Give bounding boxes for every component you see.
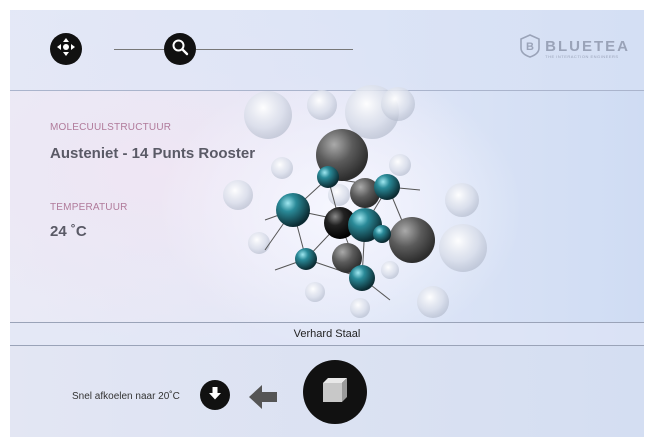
shield-logo-icon: B bbox=[519, 34, 541, 63]
magnifier-icon bbox=[170, 37, 190, 62]
atom-grey bbox=[389, 217, 435, 263]
brand-text: BLUETEA THE INTERACTION ENGINEERS bbox=[545, 39, 630, 59]
temperature-label: TEMPERATUUR bbox=[50, 202, 128, 213]
structure-label: MOLECUULSTRUCTUUR bbox=[50, 122, 172, 133]
atom-teal bbox=[295, 248, 317, 270]
zoom-slider-track-left bbox=[114, 49, 164, 50]
quick-cool-button[interactable] bbox=[200, 380, 230, 410]
material-name: Verhard Staal bbox=[293, 328, 361, 340]
arrow-left-icon bbox=[247, 384, 279, 415]
zoom-slider-handle[interactable] bbox=[164, 33, 196, 65]
atom-teal bbox=[276, 193, 310, 227]
brand-logo: B BLUETEA THE INTERACTION ENGINEERS bbox=[519, 34, 630, 63]
quick-cool-label: Snel afkoelen naar 20˚C bbox=[72, 391, 180, 402]
material-status-bar: Verhard Staal bbox=[10, 322, 644, 346]
molecule-view[interactable] bbox=[205, 70, 495, 330]
brand-tagline: THE INTERACTION ENGINEERS bbox=[545, 53, 619, 59]
cube-icon bbox=[318, 373, 352, 412]
atom-teal bbox=[373, 225, 391, 243]
temperature-value: 24 ˚C bbox=[50, 223, 87, 240]
lattice-atoms bbox=[276, 129, 435, 291]
arrow-down-icon bbox=[207, 385, 223, 406]
atom-teal bbox=[374, 174, 400, 200]
move-arrows-icon bbox=[55, 36, 77, 63]
brand-badge-letter: B bbox=[526, 41, 534, 53]
atom-teal bbox=[317, 166, 339, 188]
bottom-bar: Snel afkoelen naar 20˚C bbox=[10, 346, 644, 437]
cube-view-button[interactable] bbox=[303, 360, 367, 424]
atom-teal bbox=[349, 265, 375, 291]
app-frame: B BLUETEA THE INTERACTION ENGINEERS MOLE… bbox=[10, 10, 644, 437]
zoom-slider-track-right bbox=[196, 49, 353, 50]
move-button[interactable] bbox=[50, 33, 82, 65]
brand-name: BLUETEA bbox=[545, 37, 630, 55]
